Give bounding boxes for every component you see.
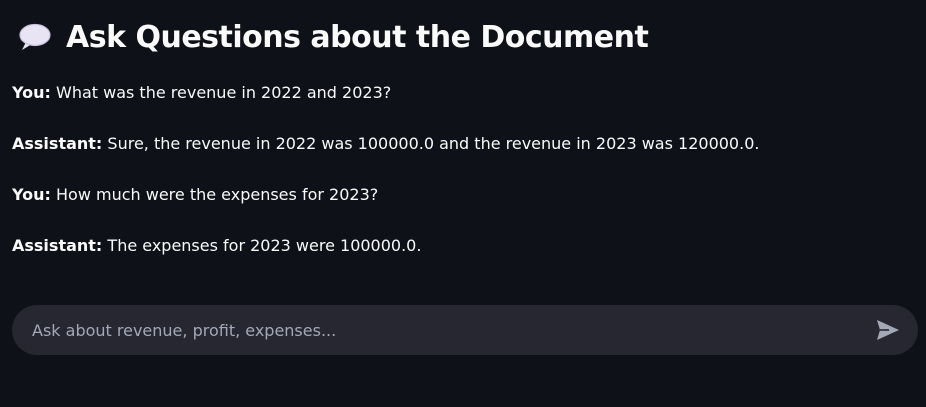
message-role: You: bbox=[12, 185, 51, 204]
chat-message-assistant: Assistant: Sure, the revenue in 2022 was… bbox=[12, 131, 912, 157]
chat-message-user: You: How much were the expenses for 2023… bbox=[12, 182, 912, 208]
message-text: What was the revenue in 2022 and 2023? bbox=[50, 83, 392, 102]
chat-message-assistant: Assistant: The expenses for 2023 were 10… bbox=[12, 233, 912, 259]
message-text: How much were the expenses for 2023? bbox=[50, 185, 379, 204]
page-title: Ask Questions about the Document bbox=[66, 19, 649, 55]
chat-history: You: What was the revenue in 2022 and 20… bbox=[12, 80, 912, 284]
message-role: Assistant: bbox=[12, 134, 103, 153]
message-text: Sure, the revenue in 2022 was 100000.0 a… bbox=[102, 134, 760, 153]
message-role: Assistant: bbox=[12, 236, 103, 255]
send-button[interactable] bbox=[872, 314, 904, 346]
page-header: Ask Questions about the Document bbox=[18, 16, 649, 58]
send-icon bbox=[876, 319, 900, 341]
message-text: The expenses for 2023 were 100000.0. bbox=[102, 236, 422, 255]
chat-input-bar bbox=[12, 305, 918, 355]
message-role: You: bbox=[12, 83, 51, 102]
chat-message-user: You: What was the revenue in 2022 and 20… bbox=[12, 80, 912, 106]
chat-input[interactable] bbox=[32, 315, 872, 345]
speech-balloon-icon bbox=[18, 20, 52, 54]
